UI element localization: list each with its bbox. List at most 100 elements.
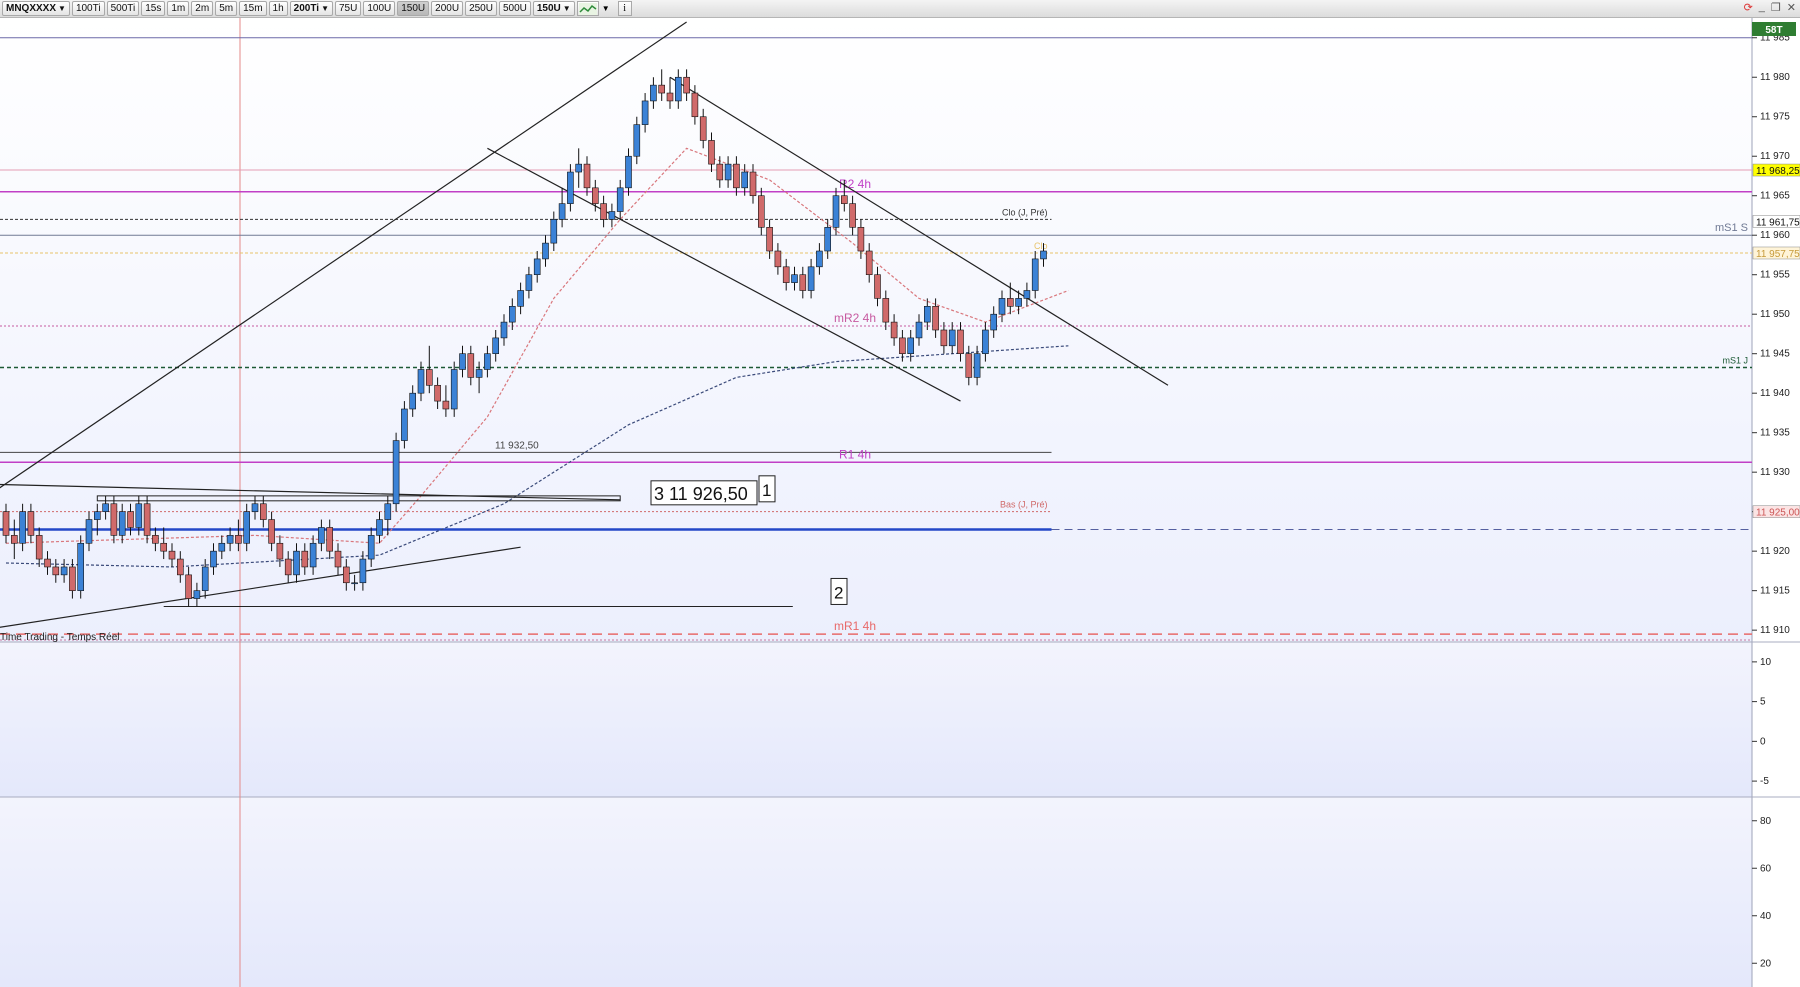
candle-body-up [816, 250, 823, 268]
candle-body-up [824, 227, 832, 252]
candle-body-up [94, 511, 101, 520]
candle-body-up [923, 306, 931, 323]
interval-button-1h[interactable]: 1h [268, 1, 288, 16]
candle-body-up [392, 440, 400, 505]
volume-interval-select[interactable]: 150U ▼ [532, 1, 575, 16]
interval-button-2m[interactable]: 2m [191, 1, 214, 16]
chevron-down-icon[interactable]: ▼ [602, 4, 610, 13]
candle-body-down [965, 353, 973, 378]
volume-button-group: 75U 100U 150U 200U 250U 500U [333, 1, 531, 16]
indicator-panel-bg [0, 797, 1752, 987]
close-icon[interactable]: ✕ [1787, 1, 1796, 14]
level-r1-4h-label: R1 4h [839, 447, 871, 461]
candle-body-down [716, 163, 724, 181]
refresh-icon[interactable]: ⟳ [1744, 1, 1753, 14]
info-button[interactable]: i [617, 1, 632, 16]
candle-body-down [882, 298, 890, 323]
candle-body-up [741, 171, 749, 189]
restore-icon[interactable]: ❐ [1771, 1, 1781, 14]
volume-button-100u[interactable]: 100U [363, 1, 396, 16]
candle-body-down [177, 558, 184, 576]
price-tick-label: 11 940 [1760, 388, 1790, 399]
symbol-select[interactable]: MNQXXXX ▼ [2, 1, 70, 16]
volume-button-150u[interactable]: 150U [397, 1, 430, 16]
price-tick-label: 11 955 [1760, 270, 1790, 281]
ind-tick-label: 20 [1760, 958, 1772, 969]
candle-body-up [832, 195, 840, 228]
interval-button-1m[interactable]: 1m [167, 1, 190, 16]
candle-body-down [143, 503, 151, 536]
interval-button-500ti[interactable]: 500Ti [106, 1, 140, 16]
candle-body-down [890, 321, 898, 339]
minimize-icon[interactable]: _ [1759, 1, 1765, 14]
candle-body-down [326, 527, 334, 552]
interval-button-100ti[interactable]: 100Ti [71, 1, 105, 16]
interval-button-5m[interactable]: 5m [215, 1, 238, 16]
chart-area[interactable]: R2 4h Clo (J, Pré) mS1 S Clo mR2 4h mS1 J 11 9… [0, 18, 1800, 987]
candle-body-down [425, 369, 433, 386]
chart-type-button[interactable] [576, 1, 599, 16]
ind-tick-label: 40 [1760, 911, 1772, 922]
candle-body-down [600, 203, 607, 220]
volume-button-75u[interactable]: 75U [334, 1, 362, 16]
candle-body-down [658, 84, 666, 94]
candle-body-down [782, 266, 790, 283]
candle-body-up [674, 76, 682, 102]
interval-button-15s[interactable]: 15s [141, 1, 166, 16]
candle-body-up [218, 542, 226, 552]
price-tick-label: 11 980 [1760, 72, 1790, 83]
candle-body-up [807, 266, 815, 291]
candle-body-up [550, 219, 558, 244]
annotation-marker-2: 2 [834, 583, 843, 602]
candle-body-up [915, 321, 923, 339]
candle-body-up [118, 511, 126, 536]
volume-button-500u[interactable]: 500U [498, 1, 531, 16]
candle-body-up [641, 100, 649, 125]
candle-body-up [633, 124, 641, 157]
candle-body-down [127, 511, 134, 528]
candle-body-up [243, 511, 250, 544]
candle-body-down [268, 519, 275, 544]
volume-button-200u[interactable]: 200U [431, 1, 464, 16]
candle-body-up [982, 329, 989, 354]
candle-body-down [2, 511, 10, 536]
level-bas-j-pre-label: Bas (J, Pré) [1000, 500, 1048, 510]
candle [392, 432, 400, 512]
timer-badge: 58T [1765, 25, 1782, 36]
candle-body-up [210, 550, 217, 568]
candle-body-down [940, 329, 948, 347]
candle-body-down [467, 353, 475, 378]
candle-body-up [193, 590, 201, 599]
candle-body-down [774, 250, 782, 268]
price-marker-label: 11 961,75 [1756, 217, 1800, 228]
chevron-down-icon: ▼ [562, 4, 571, 13]
candle-body-up [998, 298, 1006, 315]
price-tick-label: 11 960 [1760, 230, 1790, 241]
candle-body-up [359, 558, 367, 584]
annotation-marker-1: 1 [762, 481, 771, 500]
ind-tick-label: 80 [1760, 816, 1772, 827]
level-ms1-s-label: mS1 S [1715, 222, 1748, 234]
candle-body-down [583, 163, 591, 189]
candle-body-up [492, 337, 500, 354]
candle-body-down [276, 542, 284, 560]
candle-body-up [19, 511, 26, 544]
price-tick-label: 11 920 [1760, 546, 1790, 557]
price-marker-label: 11 968,25 [1756, 166, 1800, 177]
interval-button-15m[interactable]: 15m [239, 1, 267, 16]
price-tick-label: 11 935 [1760, 428, 1790, 439]
candle-body-up [251, 503, 259, 512]
candle-body-down [235, 535, 242, 544]
candle-body-down [766, 227, 773, 252]
candle-body-down [691, 92, 699, 118]
candle-body-down [27, 511, 35, 536]
candle-body-up [575, 163, 583, 173]
candle-body-up [625, 155, 632, 189]
candle-body-down [733, 163, 740, 189]
candle [77, 535, 84, 599]
candle-body-up [293, 550, 300, 576]
candle-body-up [508, 306, 516, 323]
volume-button-250u[interactable]: 250U [465, 1, 497, 16]
tick-interval-label: 200Ti [293, 3, 320, 14]
tick-interval-select[interactable]: 200Ti ▼ [289, 1, 333, 16]
